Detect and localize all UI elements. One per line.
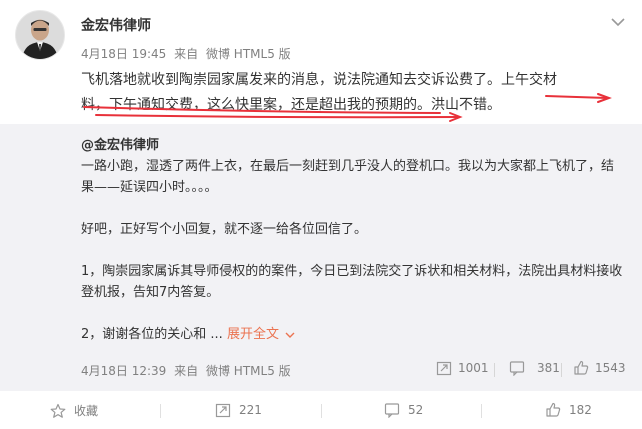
repost-line-last: 2，谢谢各位的关心和 ... 展开全文 [81, 324, 626, 345]
comment-icon [384, 403, 400, 418]
forward-count: 221 [239, 403, 262, 417]
favorite-label: 收藏 [74, 404, 99, 418]
repost-footer: 4月18日 12:39 来自 微博 HTML5 版 1001 381 1543 [81, 360, 626, 380]
more-icon[interactable] [611, 12, 625, 27]
forward-button[interactable]: 221 [215, 402, 262, 418]
like-button[interactable]: 182 [545, 402, 592, 418]
expand-full-text-link[interactable]: 展开全文 [227, 327, 295, 342]
repost-truncated-text: 2，谢谢各位的关心和 ... [81, 327, 223, 342]
author-name[interactable]: 金宏伟律师 [81, 15, 151, 35]
repost-source-prefix: 来自 [174, 364, 199, 378]
post-meta: 4月18日 19:45 来自 微博 HTML5 版 [81, 45, 295, 62]
chevron-down-icon [285, 332, 295, 338]
post-text-line: 料，下午通知交费，这么快里案，还是超出我的预期的。洪山不错。 [81, 97, 501, 113]
comment-button[interactable]: 52 [384, 402, 423, 418]
repost-body: 一路小跑，湿透了两件上衣，在最后一刻赶到几乎没人的登机口。我以为大家都上飞机了，… [81, 156, 626, 345]
repost-author[interactable]: @金宏伟律师 [81, 134, 159, 153]
comment-count: 52 [408, 403, 424, 417]
star-icon [50, 403, 66, 418]
repost-card[interactable]: @金宏伟律师 一路小跑，湿透了两件上衣，在最后一刻赶到几乎没人的登机口。我以为大… [0, 124, 642, 391]
expand-label[interactable]: 展开全文 [227, 327, 279, 342]
repost-line: 一路小跑，湿透了两件上衣，在最后一刻赶到几乎没人的登机口。我以为大家都上飞机了，… [81, 159, 615, 174]
forward-icon [215, 403, 231, 418]
repost-comment-button[interactable]: 381 [509, 360, 560, 376]
favorite-button[interactable]: 收藏 [50, 402, 98, 419]
post-text-line: 飞机落地就收到陶崇园家属发来的消息，说法院通知去交诉讼费了。上午交材 [81, 72, 557, 88]
forward-icon [436, 361, 452, 376]
like-icon [546, 402, 561, 417]
post-source[interactable]: 微博 HTML5 版 [206, 47, 291, 61]
repost-like-button[interactable]: 1543 [573, 360, 626, 376]
like-icon [574, 360, 589, 375]
post-source-prefix: 来自 [174, 47, 199, 61]
repost-like-count: 1543 [595, 361, 626, 375]
comment-icon [509, 361, 525, 376]
repost-line: 登机报，告知7内答复。 [81, 285, 220, 300]
repost-comment-count: 381 [537, 361, 560, 375]
weibo-post: 金宏伟律师 4月18日 19:45 来自 微博 HTML5 版 飞机落地就收到陶… [0, 0, 642, 429]
action-bar: 收藏 221 52 182 [0, 391, 642, 429]
repost-forward-button[interactable]: 1001 [436, 360, 489, 376]
like-count: 182 [569, 403, 592, 417]
repost-line: 1，陶崇园家属诉其导师侵权的的案件，今日已到法院交了诉状和相关材料，法院出具材料… [81, 264, 623, 279]
repost-line: 好吧，正好写个小回复，就不逐一给各位回信了。 [81, 222, 368, 237]
repost-date[interactable]: 4月18日 12:39 [81, 364, 166, 378]
post-date[interactable]: 4月18日 19:45 [81, 47, 166, 61]
avatar[interactable] [15, 10, 65, 60]
post-text: 飞机落地就收到陶崇园家属发来的消息，说法院通知去交诉讼费了。上午交材 料，下午通… [81, 68, 626, 118]
repost-forward-count: 1001 [458, 361, 489, 375]
repost-line: 果——延误四小时。。。。 [81, 180, 218, 195]
repost-meta: 4月18日 12:39 来自 微博 HTML5 版 [81, 362, 295, 379]
repost-source[interactable]: 微博 HTML5 版 [206, 364, 291, 378]
